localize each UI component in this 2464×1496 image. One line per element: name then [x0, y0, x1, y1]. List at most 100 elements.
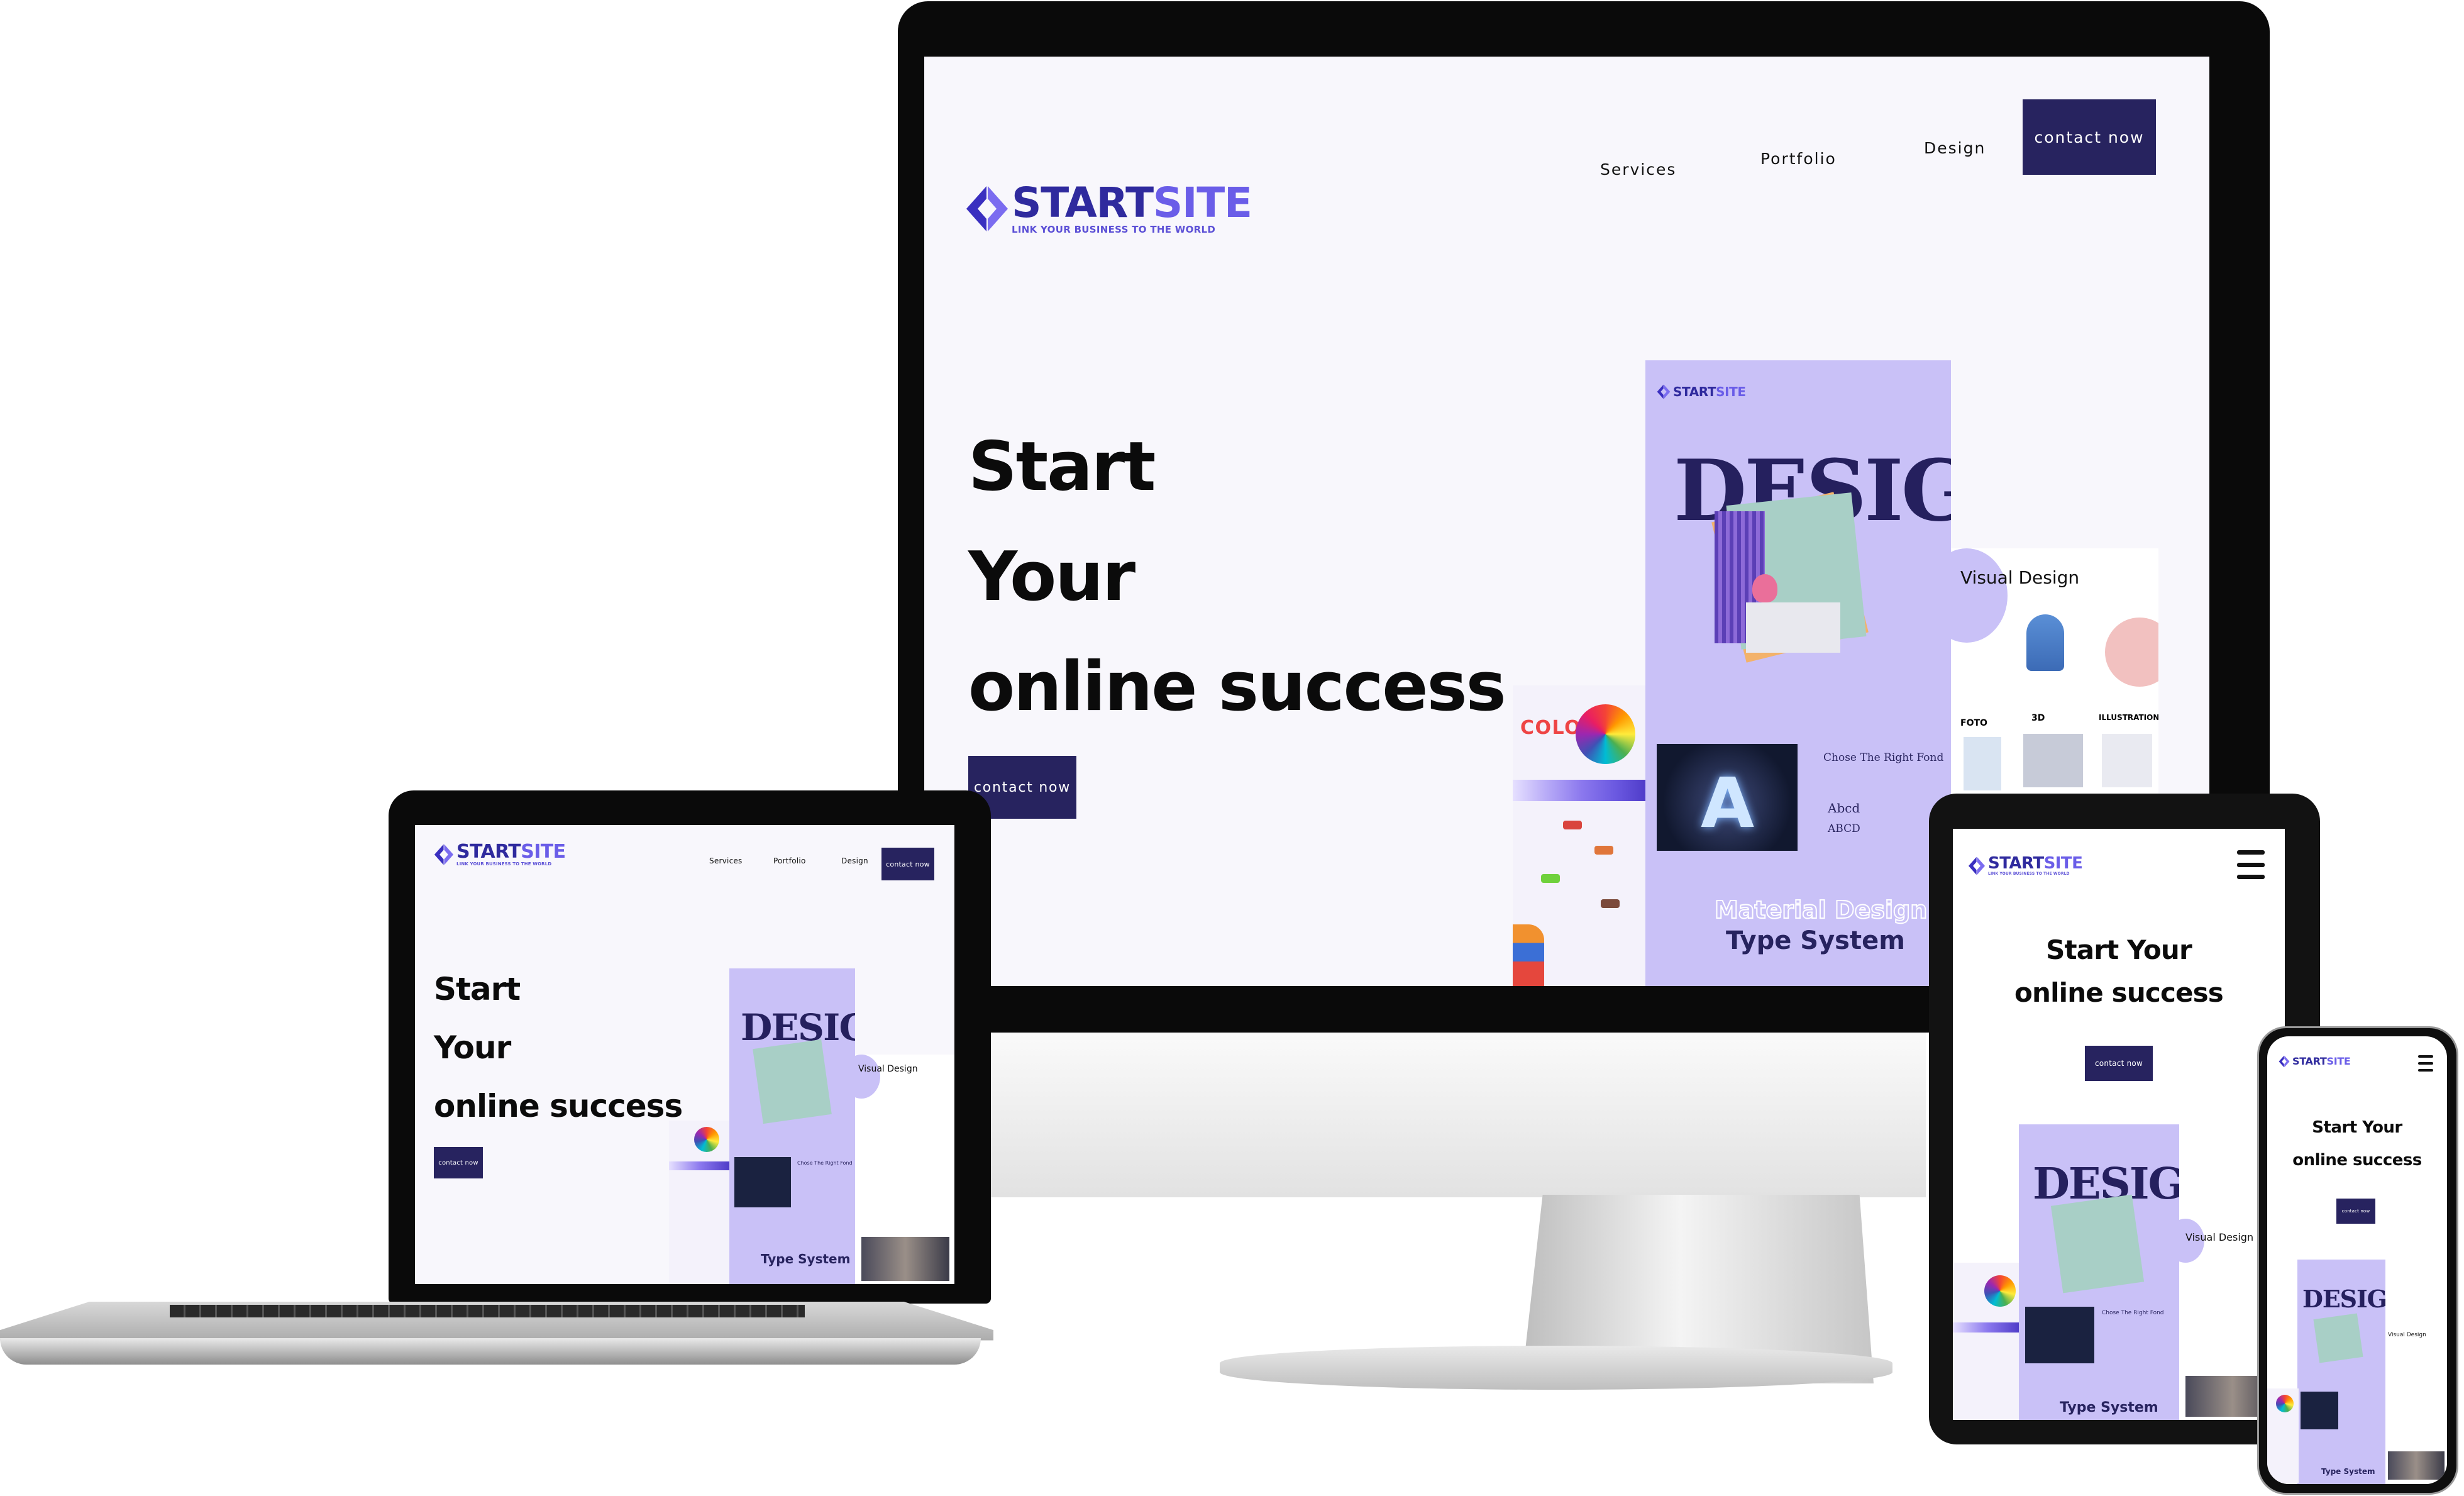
person-illustration [2026, 614, 2064, 671]
design-panel: DESIGN Chose The Right Fond Type System [729, 968, 855, 1284]
color-swatch-strip [1953, 1322, 2022, 1333]
hero-line-1: Start Your [2312, 1118, 2402, 1137]
startsite-logo-icon [2279, 1055, 2290, 1068]
color-card [669, 1121, 732, 1284]
hero-contact-button[interactable]: contact now [434, 1147, 483, 1178]
visual-design-title: Visual Design [2185, 1231, 2254, 1243]
panel-brand-part1: START [1673, 384, 1716, 399]
visual-design-card: Visual Design FOTO 3D ILLUSTRATION [1951, 548, 2158, 804]
design-panel: DESIGN Type System [2297, 1260, 2385, 1484]
startsite-logo-icon [1657, 384, 1671, 399]
laptop-keyboard [170, 1305, 805, 1317]
brand-name-part1: START [456, 841, 521, 863]
brand-logo[interactable]: STARTSITE LINK YOUR BUSINESS TO THE WORL… [965, 182, 1252, 235]
visual-design-card: Visual Design [855, 1055, 954, 1284]
hero-line-3: online success [968, 648, 1506, 726]
font-sample-1: Abcd [1828, 801, 1860, 816]
paper-stack-illustration [753, 1039, 832, 1124]
color-card [1953, 1263, 2022, 1420]
monitor-stand-base [1220, 1346, 1892, 1390]
paper-stack-illustration [2050, 1194, 2145, 1294]
paper-stack-illustration [2313, 1313, 2363, 1363]
tablet-screen: STARTSITE LINK YOUR BUSINESS TO THE WORL… [1953, 829, 2285, 1420]
monitor-chin [990, 1033, 1926, 1197]
hero-line-1: Start Your [2046, 934, 2192, 965]
neon-a-image [2301, 1392, 2338, 1429]
design-headline: DESIGN [2302, 1285, 2385, 1313]
nav-design[interactable]: Design [1924, 139, 1986, 157]
design-panel: DESIGN Chose The Right Fond Type System [2019, 1124, 2179, 1420]
swatch-red [1563, 821, 1582, 829]
swatch-orange [1594, 846, 1613, 855]
laptop-front-edge [0, 1338, 981, 1365]
startsite-logo-icon [966, 186, 1008, 231]
phone-screen: STARTSITE Start Your online success cont… [2267, 1036, 2447, 1484]
type-system-text: Type System [2321, 1467, 2375, 1476]
neon-letter: A [1701, 763, 1755, 843]
illustration-thumb [2102, 734, 2152, 787]
hamburger-menu-icon[interactable] [2237, 850, 2265, 879]
visual-design-title: Visual Design [1960, 567, 2080, 588]
color-pinwheel-icon [1984, 1275, 2016, 1307]
people-photo [861, 1237, 949, 1281]
visual-design-title: Visual Design [858, 1064, 918, 1074]
visual-design-card: Visual Design [2385, 1326, 2447, 1484]
brand-name-part2: SITE [2326, 1055, 2351, 1067]
nav-services[interactable]: Services [1600, 160, 1676, 179]
hero-line-1: Start [434, 971, 521, 1007]
contact-now-button[interactable]: contact now [881, 848, 934, 880]
three-d-thumb [2023, 734, 2083, 787]
people-photo [2388, 1451, 2445, 1480]
brand-name-part1: START [2292, 1055, 2327, 1067]
hero-line-1: Start [968, 428, 1156, 506]
hero-contact-button[interactable]: contact now [2336, 1199, 2375, 1224]
font-sample-2: ABCD [1828, 823, 1860, 835]
illustration-label: ILLUSTRATION [2099, 713, 2158, 722]
paper-stack-illustration [1711, 492, 1872, 668]
swatch-brown [1601, 899, 1620, 908]
panel-logo: STARTSITE [1657, 384, 1746, 399]
font-title: Chose The Right Fond [2102, 1310, 2164, 1316]
brand-name-part1: START [1012, 179, 1154, 227]
design-panel: STARTSITE DESIGN A Chose The Right Fond … [1645, 360, 1951, 986]
hero-line-2: Your [434, 1029, 511, 1066]
color-swatch-strip [1513, 780, 1651, 801]
hero-line-2: Your [968, 538, 1135, 616]
font-title: Chose The Right Fond [1823, 751, 1944, 764]
hamburger-menu-icon[interactable] [2418, 1055, 2433, 1072]
brand-logo[interactable]: STARTSITE LINK YOUR BUSINESS TO THE WORL… [1968, 854, 2083, 876]
contact-now-button[interactable]: contact now [2023, 99, 2156, 175]
laptop-screen: STARTSITE LINK YOUR BUSINESS TO THE WORL… [415, 825, 954, 1284]
foto-thumb [1964, 737, 2001, 790]
brand-tagline: LINK YOUR BUSINESS TO THE WORLD [1988, 872, 2070, 876]
nav-portfolio[interactable]: Portfolio [773, 856, 806, 865]
type-system-text: Type System [1726, 926, 1905, 955]
startsite-logo-icon [434, 844, 454, 865]
brand-name-part2: SITE [2043, 854, 2083, 873]
visual-design-title: Visual Design [2388, 1332, 2426, 1338]
three-d-label: 3D [2031, 713, 2045, 723]
visual-blob [1951, 548, 2008, 643]
neon-a-image: A [1657, 744, 1798, 851]
swatch-green [1541, 874, 1560, 883]
hero-contact-button[interactable]: contact now [2085, 1046, 2153, 1081]
panel-brand-part2: SITE [1716, 384, 1746, 399]
shape-blocks-icon [1513, 924, 1544, 986]
visual-blob [855, 1055, 880, 1099]
nav-services[interactable]: Services [709, 856, 743, 865]
brand-tagline: LINK YOUR BUSINESS TO THE WORLD [456, 862, 552, 867]
color-pinwheel-icon [1576, 704, 1635, 764]
hero-line-3: online success [434, 1088, 683, 1124]
brand-name-part2: SITE [521, 841, 566, 863]
color-pinwheel-icon [2276, 1395, 2294, 1412]
neon-a-image [2025, 1307, 2094, 1363]
brand-logo[interactable]: STARTSITE LINK YOUR BUSINESS TO THE WORL… [434, 843, 566, 867]
font-title: Chose The Right Fond [797, 1160, 853, 1166]
brand-name-part2: SITE [1152, 179, 1252, 227]
nav-portfolio[interactable]: Portfolio [1760, 150, 1837, 168]
brand-name-part1: START [1988, 854, 2044, 873]
brand-logo[interactable]: STARTSITE [2279, 1055, 2351, 1068]
hero-line-2: online success [2292, 1151, 2422, 1170]
startsite-logo-icon [1968, 856, 1986, 875]
nav-design[interactable]: Design [841, 856, 868, 865]
